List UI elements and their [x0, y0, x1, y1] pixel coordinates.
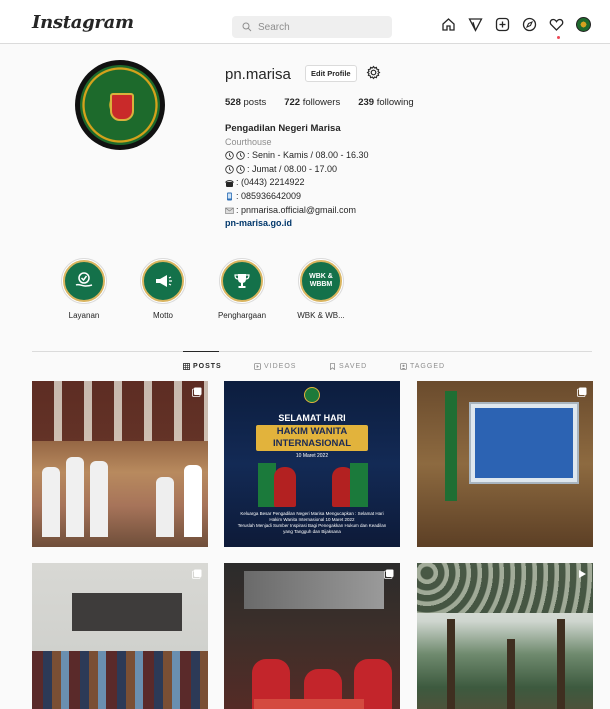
highlight-label: Penghargaan: [217, 311, 267, 320]
post-thumbnail[interactable]: [417, 381, 593, 547]
profile-category: Courthouse: [225, 136, 272, 147]
profile-avatar[interactable]: [576, 17, 591, 32]
bio-email: : pnmarisa.official@gmail.com: [225, 204, 369, 218]
highlight-penghargaan[interactable]: Penghargaan: [197, 258, 287, 320]
video-play-icon: [579, 570, 586, 578]
court-logo: [80, 65, 160, 145]
email-icon: [225, 207, 234, 214]
bio-mobile: : 085936642009: [225, 190, 369, 204]
posts-stat: 528 posts: [225, 97, 267, 108]
post-thumbnail[interactable]: [32, 381, 208, 547]
post-thumbnail[interactable]: [224, 563, 400, 709]
profile-avatar-large[interactable]: [75, 60, 165, 150]
megaphone-icon: [156, 275, 172, 287]
highlight-motto[interactable]: Motto: [118, 258, 208, 320]
profile-stats: 528 posts 722 followers 239 following: [225, 97, 414, 108]
followers-stat[interactable]: 722 followers: [284, 97, 340, 108]
search-box[interactable]: [232, 16, 392, 38]
bio-phone: : (0443) 2214922: [225, 176, 369, 190]
top-nav-bar: Instagram: [0, 0, 610, 44]
wbk-badge-text: WBK & WBBM: [300, 260, 342, 302]
post-thumbnail[interactable]: [417, 563, 593, 709]
clock-icon: [225, 151, 234, 161]
telephone-icon: [225, 179, 234, 187]
activity-heart-icon[interactable]: [549, 17, 564, 32]
video-icon: [254, 363, 261, 370]
search-icon: [242, 22, 252, 32]
clock-icon: [225, 165, 234, 174]
post-date: 10 Maret 2022: [295, 453, 329, 459]
grid-icon: [183, 363, 190, 370]
tab-saved[interactable]: SAVED: [329, 363, 367, 370]
carousel-icon: [384, 569, 394, 579]
hand-check-icon: [75, 272, 93, 287]
mobile-phone-icon: [227, 192, 232, 201]
bio-hours-friday: : Jumat / 08.00 - 17.00: [225, 163, 369, 177]
profile-website-link[interactable]: pn-marisa.go.id: [225, 217, 369, 231]
carousel-icon: [192, 387, 202, 397]
post-thumbnail[interactable]: [32, 563, 208, 709]
profile-username: pn.marisa: [225, 66, 291, 83]
direct-icon[interactable]: [468, 17, 483, 32]
carousel-icon: [192, 569, 202, 579]
bookmark-icon: [330, 363, 335, 370]
highlight-label: Layanan: [68, 311, 100, 320]
tab-tagged[interactable]: TAGGED: [400, 363, 445, 370]
search-input[interactable]: [258, 21, 378, 33]
home-icon[interactable]: [441, 17, 456, 32]
highlight-wbk[interactable]: WBK & WBBM WBK & WB...: [276, 258, 366, 320]
ptsp-board: [72, 593, 182, 631]
highlight-layanan[interactable]: Layanan: [39, 258, 129, 320]
post-heading: SELAMAT HARI: [278, 413, 346, 423]
profile-bio: Pengadilan Negeri Marisa Courthouse : Se…: [225, 122, 369, 231]
highlight-label: WBK & WB...: [297, 311, 345, 320]
bio-hours-weekday: : Senin - Kamis / 08.00 - 16.30: [225, 149, 369, 163]
new-post-icon[interactable]: [495, 17, 510, 32]
post-thumbnail[interactable]: SELAMAT HARI HAKIM WANITA INTERNASIONAL …: [224, 381, 400, 547]
clock-icon: [236, 151, 245, 161]
court-emblem: [304, 387, 320, 403]
display-name: Pengadilan Negeri Marisa: [225, 123, 341, 134]
clock-icon: [236, 165, 245, 174]
post-title: HAKIM WANITA INTERNASIONAL: [256, 425, 368, 451]
highlight-label: Motto: [152, 311, 173, 320]
instagram-logo[interactable]: Instagram: [32, 12, 134, 33]
edit-profile-button[interactable]: Edit Profile: [305, 65, 357, 82]
settings-gear-icon[interactable]: [366, 65, 381, 80]
following-stat[interactable]: 239 following: [358, 97, 413, 108]
carousel-icon: [577, 387, 587, 397]
tag-icon: [400, 363, 407, 370]
notification-dot: [557, 36, 560, 39]
tab-videos[interactable]: VIDEOS: [254, 363, 296, 370]
explore-icon[interactable]: [522, 17, 537, 32]
tabs-divider: [32, 351, 592, 352]
nav-icons: [441, 17, 591, 32]
post-footer-text: Keluarga Besar Pengadilan Negeri Marisa …: [237, 511, 387, 534]
tab-posts[interactable]: POSTS: [183, 363, 222, 370]
trophy-icon: [234, 274, 250, 288]
active-tab-indicator: [183, 351, 219, 352]
